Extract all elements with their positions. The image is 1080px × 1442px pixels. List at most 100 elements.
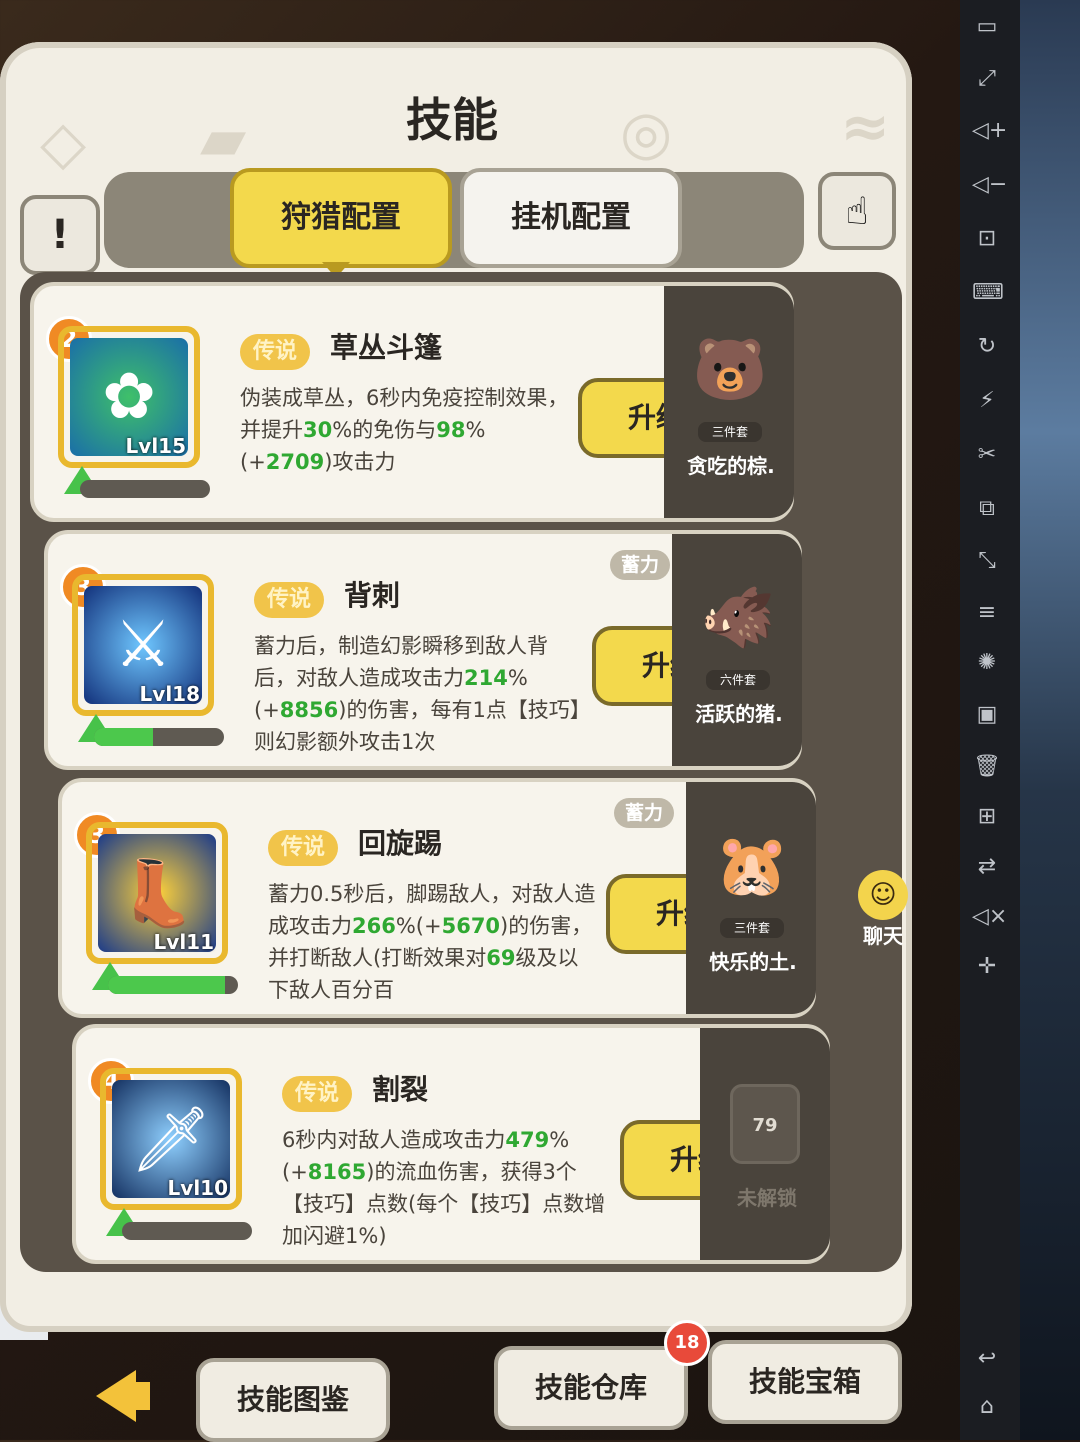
pet-set-badge: 三件套: [720, 918, 784, 938]
info-button[interactable]: !: [20, 195, 100, 275]
skill-description: 蓄力后，制造幻影瞬移到敌人背后，对敌人造成攻击力214%(+8856)的伤害，每…: [254, 630, 584, 758]
menu-icon[interactable]: ≡: [972, 598, 1002, 628]
highlight-value: 266: [352, 914, 396, 938]
loading-icon[interactable]: ✺: [972, 648, 1002, 678]
mute-icon[interactable]: ◁×: [972, 902, 1007, 932]
skill-card[interactable]: 2 ✿ Lvl15 传说 草丛斗篷 1st 伪装成草丛，6秒内免疫控制效果，并提…: [30, 282, 794, 522]
multi-window-icon[interactable]: ⧉: [972, 494, 1002, 524]
trash-icon[interactable]: 🗑: [972, 752, 1002, 782]
pet-name: 快乐的土.: [709, 950, 797, 974]
pet-slot[interactable]: 🐻 三件套 贪吃的棕.: [664, 286, 794, 518]
skill-icon-grass-cloak[interactable]: ✿ Lvl15: [58, 326, 200, 468]
keyboard-icon[interactable]: ⌨: [972, 278, 1004, 308]
lock-icon: 79: [730, 1084, 800, 1164]
description-text: 6秒内对敌人造成攻击力: [282, 1128, 506, 1152]
skill-name: 回旋踢: [358, 827, 443, 860]
mole-pet-icon: 🐹: [714, 831, 790, 901]
back-arrow-tail: [130, 1382, 150, 1410]
description-text: %的免伤与: [332, 418, 437, 442]
tap-hand-icon: ☝: [845, 189, 869, 233]
sync-icon[interactable]: ↻: [972, 332, 1002, 362]
tab-hunt-config[interactable]: 狩猎配置: [230, 168, 452, 268]
rarity-badge: 传说: [240, 334, 310, 370]
chat-label: 聊天: [863, 924, 903, 948]
skill-icon-backstab[interactable]: ⚔ Lvl18: [72, 574, 214, 716]
exp-fill: [94, 728, 153, 746]
exp-bar: [94, 728, 224, 746]
skill-description: 伪装成草丛，6秒内免疫控制效果，并提升30%的免伤与98%(+2709)攻击力: [240, 382, 570, 478]
tab-idle-config[interactable]: 挂机配置: [460, 168, 682, 268]
boar-pet-icon: 🐗: [700, 583, 776, 653]
exp-fill: [108, 976, 225, 994]
highlight-value: 5670: [441, 914, 501, 938]
highlight-value: 8856: [279, 698, 339, 722]
skill-level: Lvl10: [167, 1176, 228, 1200]
description-text: )攻击力: [324, 450, 396, 474]
highlight-value: 30: [303, 418, 333, 442]
skill-name: 割裂: [372, 1073, 429, 1106]
skill-name: 草丛斗篷: [330, 331, 443, 364]
gamepad-icon[interactable]: ⊞: [972, 802, 1002, 832]
locked-label: 未解锁: [737, 1186, 797, 1210]
volume-down-icon[interactable]: ◁−: [972, 170, 1007, 200]
skill-card[interactable]: 4 🗡 Lvl10 传说 割裂 4th 6秒内对敌人造成攻击力479%(+816…: [72, 1024, 830, 1264]
skill-description: 6秒内对敌人造成攻击力479%(+8165)的流血伤害，获得3个【技巧】点数(每…: [282, 1124, 612, 1252]
skill-level: Lvl15: [125, 434, 186, 458]
fullscreen-icon[interactable]: ⤢: [972, 64, 1002, 94]
charge-badge: 蓄力: [610, 550, 670, 580]
rarity-badge: 传说: [268, 830, 338, 866]
skill-level: Lvl11: [153, 930, 214, 954]
highlight-value: 2709: [265, 450, 325, 474]
warehouse-count-badge: 18: [664, 1320, 710, 1366]
record-icon[interactable]: ▣: [972, 700, 1002, 730]
highlight-value: 8165: [307, 1160, 367, 1184]
desktop-wallpaper: [1020, 0, 1080, 1440]
page-title: 技能: [406, 93, 498, 147]
crosshair-icon[interactable]: ✛: [972, 952, 1002, 982]
pet-set-badge: 六件套: [706, 670, 770, 690]
back-nav-icon[interactable]: ↩: [972, 1344, 1002, 1374]
skill-warehouse-button[interactable]: 技能仓库: [494, 1346, 688, 1430]
monitor-icon[interactable]: ▭: [972, 12, 1002, 42]
skill-icon-spin-kick[interactable]: 👢 Lvl11: [86, 822, 228, 964]
highlight-value: 69: [486, 946, 516, 970]
tap-hand-button[interactable]: ☝: [818, 172, 896, 250]
charge-badge: 蓄力: [614, 798, 674, 828]
pet-set-badge: 三件套: [698, 422, 762, 442]
highlight-value: 98: [436, 418, 466, 442]
screenshot-icon[interactable]: ⊡: [972, 224, 1002, 254]
skill-level: Lvl18: [139, 682, 200, 706]
scissors-icon[interactable]: ✂: [972, 440, 1002, 470]
exp-bar: [80, 480, 210, 498]
tab-track: [104, 172, 804, 268]
resize-icon[interactable]: ⤡: [972, 546, 1002, 576]
swap-icon[interactable]: ⇄: [972, 852, 1002, 882]
fps-icon[interactable]: ⚡: [972, 386, 1002, 416]
exp-bar: [108, 976, 238, 994]
volume-up-icon[interactable]: ◁+: [972, 116, 1007, 146]
skill-chest-button[interactable]: 技能宝箱: [708, 1340, 902, 1424]
decor-mark: ◇: [40, 108, 87, 178]
bear-pet-icon: 🐻: [692, 335, 768, 405]
home-nav-icon[interactable]: ⌂: [972, 1392, 1002, 1422]
rarity-badge: 传说: [254, 582, 324, 618]
rarity-badge: 传说: [282, 1076, 352, 1112]
skill-card[interactable]: 3 👢 Lvl11 传说 回旋踢 蓄力 3rd 蓄力0.5秒后，脚踢敌人，对敌人…: [58, 778, 816, 1018]
skill-catalog-button[interactable]: 技能图鉴: [196, 1358, 390, 1442]
exp-bar: [122, 1222, 252, 1240]
smiley-chat-icon: ☺: [858, 870, 908, 920]
skill-icon-laceration[interactable]: 🗡 Lvl10: [100, 1068, 242, 1210]
highlight-value: 214: [464, 666, 508, 690]
pet-name: 贪吃的棕.: [687, 454, 775, 478]
locked-pet-slot: 79 未解锁: [700, 1028, 830, 1260]
description-text: %(+: [395, 914, 442, 938]
chat-button[interactable]: ☺ 聊天: [846, 870, 920, 950]
pet-slot[interactable]: 🐹 三件套 快乐的土.: [686, 782, 816, 1014]
unlock-level: 79: [752, 1115, 778, 1136]
highlight-value: 479: [505, 1128, 550, 1152]
decor-mark: ▰: [200, 104, 247, 174]
pet-slot[interactable]: 🐗 六件套 活跃的猪.: [672, 534, 802, 766]
skill-card[interactable]: 3 ⚔ Lvl18 传说 背刺 蓄力 2nd 蓄力后，制造幻影瞬移到敌人背后，对…: [44, 530, 802, 770]
decor-mark: ≈: [840, 92, 891, 162]
pet-name: 活跃的猪.: [695, 702, 783, 726]
